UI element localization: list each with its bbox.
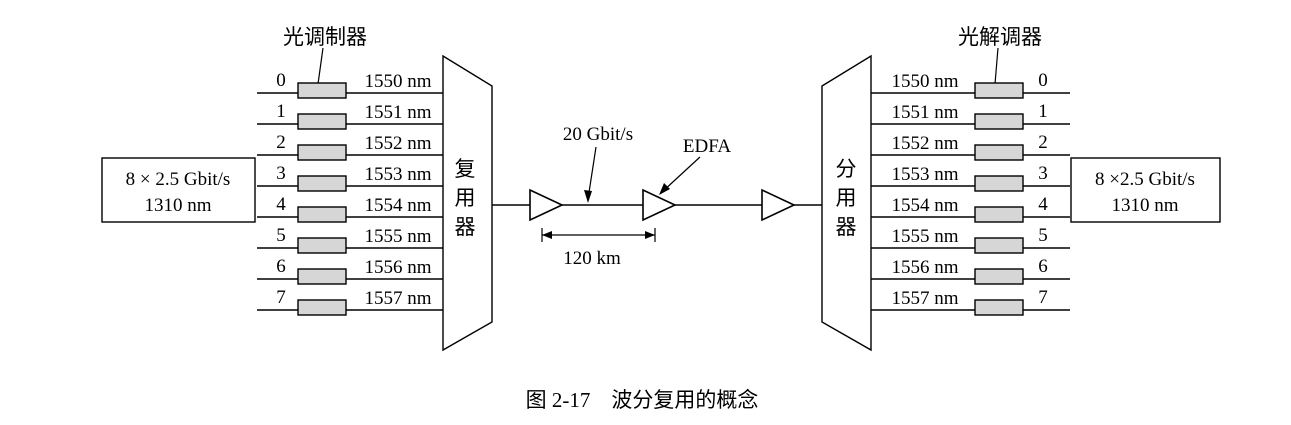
left-channel-wavelength: 1550 nm	[364, 71, 431, 92]
modulator	[297, 113, 347, 130]
left-channel-index: 1	[276, 101, 286, 122]
source-rate: 8 × 2.5 Gbit/s	[126, 169, 231, 190]
left-channel-row: 0 1550 nm	[257, 70, 443, 99]
modulator-pointer	[317, 47, 324, 85]
right-channel-index: 4	[1038, 194, 1048, 215]
left-channel-row: 4 1554 nm	[257, 194, 443, 223]
left-channel-index: 0	[276, 70, 286, 91]
demodulator	[974, 299, 1024, 316]
mux-char-3: 器	[455, 215, 476, 239]
right-channel-index: 3	[1038, 163, 1048, 184]
right-channel-wavelength: 1552 nm	[891, 133, 958, 154]
left-channel-index: 6	[276, 256, 286, 277]
demodulator	[974, 113, 1024, 130]
demodulator	[974, 82, 1024, 99]
demodulator	[974, 237, 1024, 254]
sink-box: 8 ×2.5 Gbit/s 1310 nm	[1070, 157, 1221, 223]
left-channel-wavelength: 1553 nm	[364, 164, 431, 185]
amplifier-3	[761, 188, 796, 222]
left-channel-group: 0 1550 nm 1 1551 nm 2 1552 nm 3 1553 nm 4 1554 nm…	[257, 70, 443, 316]
left-channel-wavelength: 1552 nm	[364, 133, 431, 154]
left-channel-wavelength: 1555 nm	[364, 226, 431, 247]
left-channel-row: 3 1553 nm	[257, 163, 443, 192]
left-channel-row: 6 1556 nm	[257, 256, 443, 285]
right-channel-index: 7	[1038, 287, 1048, 308]
demux-char-2: 用	[836, 186, 857, 210]
right-channel-wavelength: 1553 nm	[891, 164, 958, 185]
right-channel-wavelength: 1556 nm	[891, 257, 958, 278]
amplifier-1	[529, 188, 564, 222]
right-channel-wavelength: 1554 nm	[891, 195, 958, 216]
right-channel-wavelength: 1557 nm	[891, 288, 958, 309]
span-dimension	[541, 228, 656, 242]
right-channel-index: 5	[1038, 225, 1048, 246]
demultiplexer: 分 用 器	[821, 54, 872, 352]
demodulator	[974, 268, 1024, 285]
demodulator-pointer	[994, 47, 999, 85]
right-channel-wavelength: 1551 nm	[891, 102, 958, 123]
right-channel-index: 2	[1038, 132, 1048, 153]
left-channel-row: 7 1557 nm	[257, 287, 443, 316]
figure-caption: 图 2-17 波分复用的概念	[526, 388, 759, 412]
modulator	[297, 175, 347, 192]
right-channel-row: 1554 nm 4	[871, 194, 1070, 223]
right-channel-index: 0	[1038, 70, 1048, 91]
sink-wavelength: 1310 nm	[1111, 195, 1178, 216]
edfa-pointer-arrow	[659, 183, 670, 195]
wdm-diagram: 光调制器 0 1550 nm1 1551 nm2 1552 nm3 1553 nm4 15…	[101, 25, 1221, 412]
left-channel-row: 2 1552 nm	[257, 132, 443, 161]
left-channel-row: 1 1551 nm	[257, 101, 443, 130]
amplifier-2	[642, 188, 677, 222]
rate-pointer-arrow	[584, 190, 592, 203]
modulator	[297, 237, 347, 254]
modulator	[297, 82, 347, 99]
edfa-label: EDFA	[683, 136, 731, 157]
left-channel-index: 2	[276, 132, 286, 153]
right-channel-row: 1555 nm 5	[871, 225, 1070, 254]
modulator	[297, 144, 347, 161]
demux-char-3: 器	[836, 215, 857, 239]
right-channel-row: 1552 nm 2	[871, 132, 1070, 161]
modulator	[297, 206, 347, 223]
link-rate-label: 20 Gbit/s	[563, 124, 633, 145]
left-channel-wavelength: 1551 nm	[364, 102, 431, 123]
sink-rate: 8 ×2.5 Gbit/s	[1095, 169, 1195, 190]
left-channel-wavelength: 1554 nm	[364, 195, 431, 216]
left-channel-index: 4	[276, 194, 286, 215]
demodulator	[974, 206, 1024, 223]
left-channel-index: 3	[276, 163, 286, 184]
modulator	[297, 268, 347, 285]
source-wavelength: 1310 nm	[144, 195, 211, 216]
right-channel-row: 1550 nm 0	[871, 70, 1070, 99]
span-label: 120 km	[563, 248, 621, 269]
left-channel-row: 5 1555 nm	[257, 225, 443, 254]
right-channel-group: 1550 nm 0 1551 nm 1 1552 nm 2 1553 nm 3 1554 nm 4…	[871, 70, 1070, 316]
demux-char-1: 分	[836, 157, 857, 181]
mux-char-2: 用	[455, 186, 476, 210]
right-channel-row: 1556 nm 6	[871, 256, 1070, 285]
right-channel-index: 1	[1038, 101, 1048, 122]
right-channel-index: 6	[1038, 256, 1048, 277]
left-channel-wavelength: 1556 nm	[364, 257, 431, 278]
right-channel-row: 1551 nm 1	[871, 101, 1070, 130]
right-channel-row: 1553 nm 3	[871, 163, 1070, 192]
modulator-label: 光调制器	[283, 25, 367, 49]
right-channel-row: 1557 nm 7	[871, 287, 1070, 316]
demodulator	[974, 175, 1024, 192]
demodulator	[974, 144, 1024, 161]
multiplexer: 复 用 器	[442, 54, 493, 352]
modulator	[297, 299, 347, 316]
demodulator-label: 光解调器	[958, 25, 1042, 49]
left-channel-wavelength: 1557 nm	[364, 288, 431, 309]
source-box: 8 × 2.5 Gbit/s 1310 nm	[101, 157, 256, 223]
left-channel-index: 5	[276, 225, 286, 246]
right-channel-wavelength: 1555 nm	[891, 226, 958, 247]
mux-char-1: 复	[455, 157, 476, 181]
right-channel-wavelength: 1550 nm	[891, 71, 958, 92]
left-channel-index: 7	[276, 287, 286, 308]
